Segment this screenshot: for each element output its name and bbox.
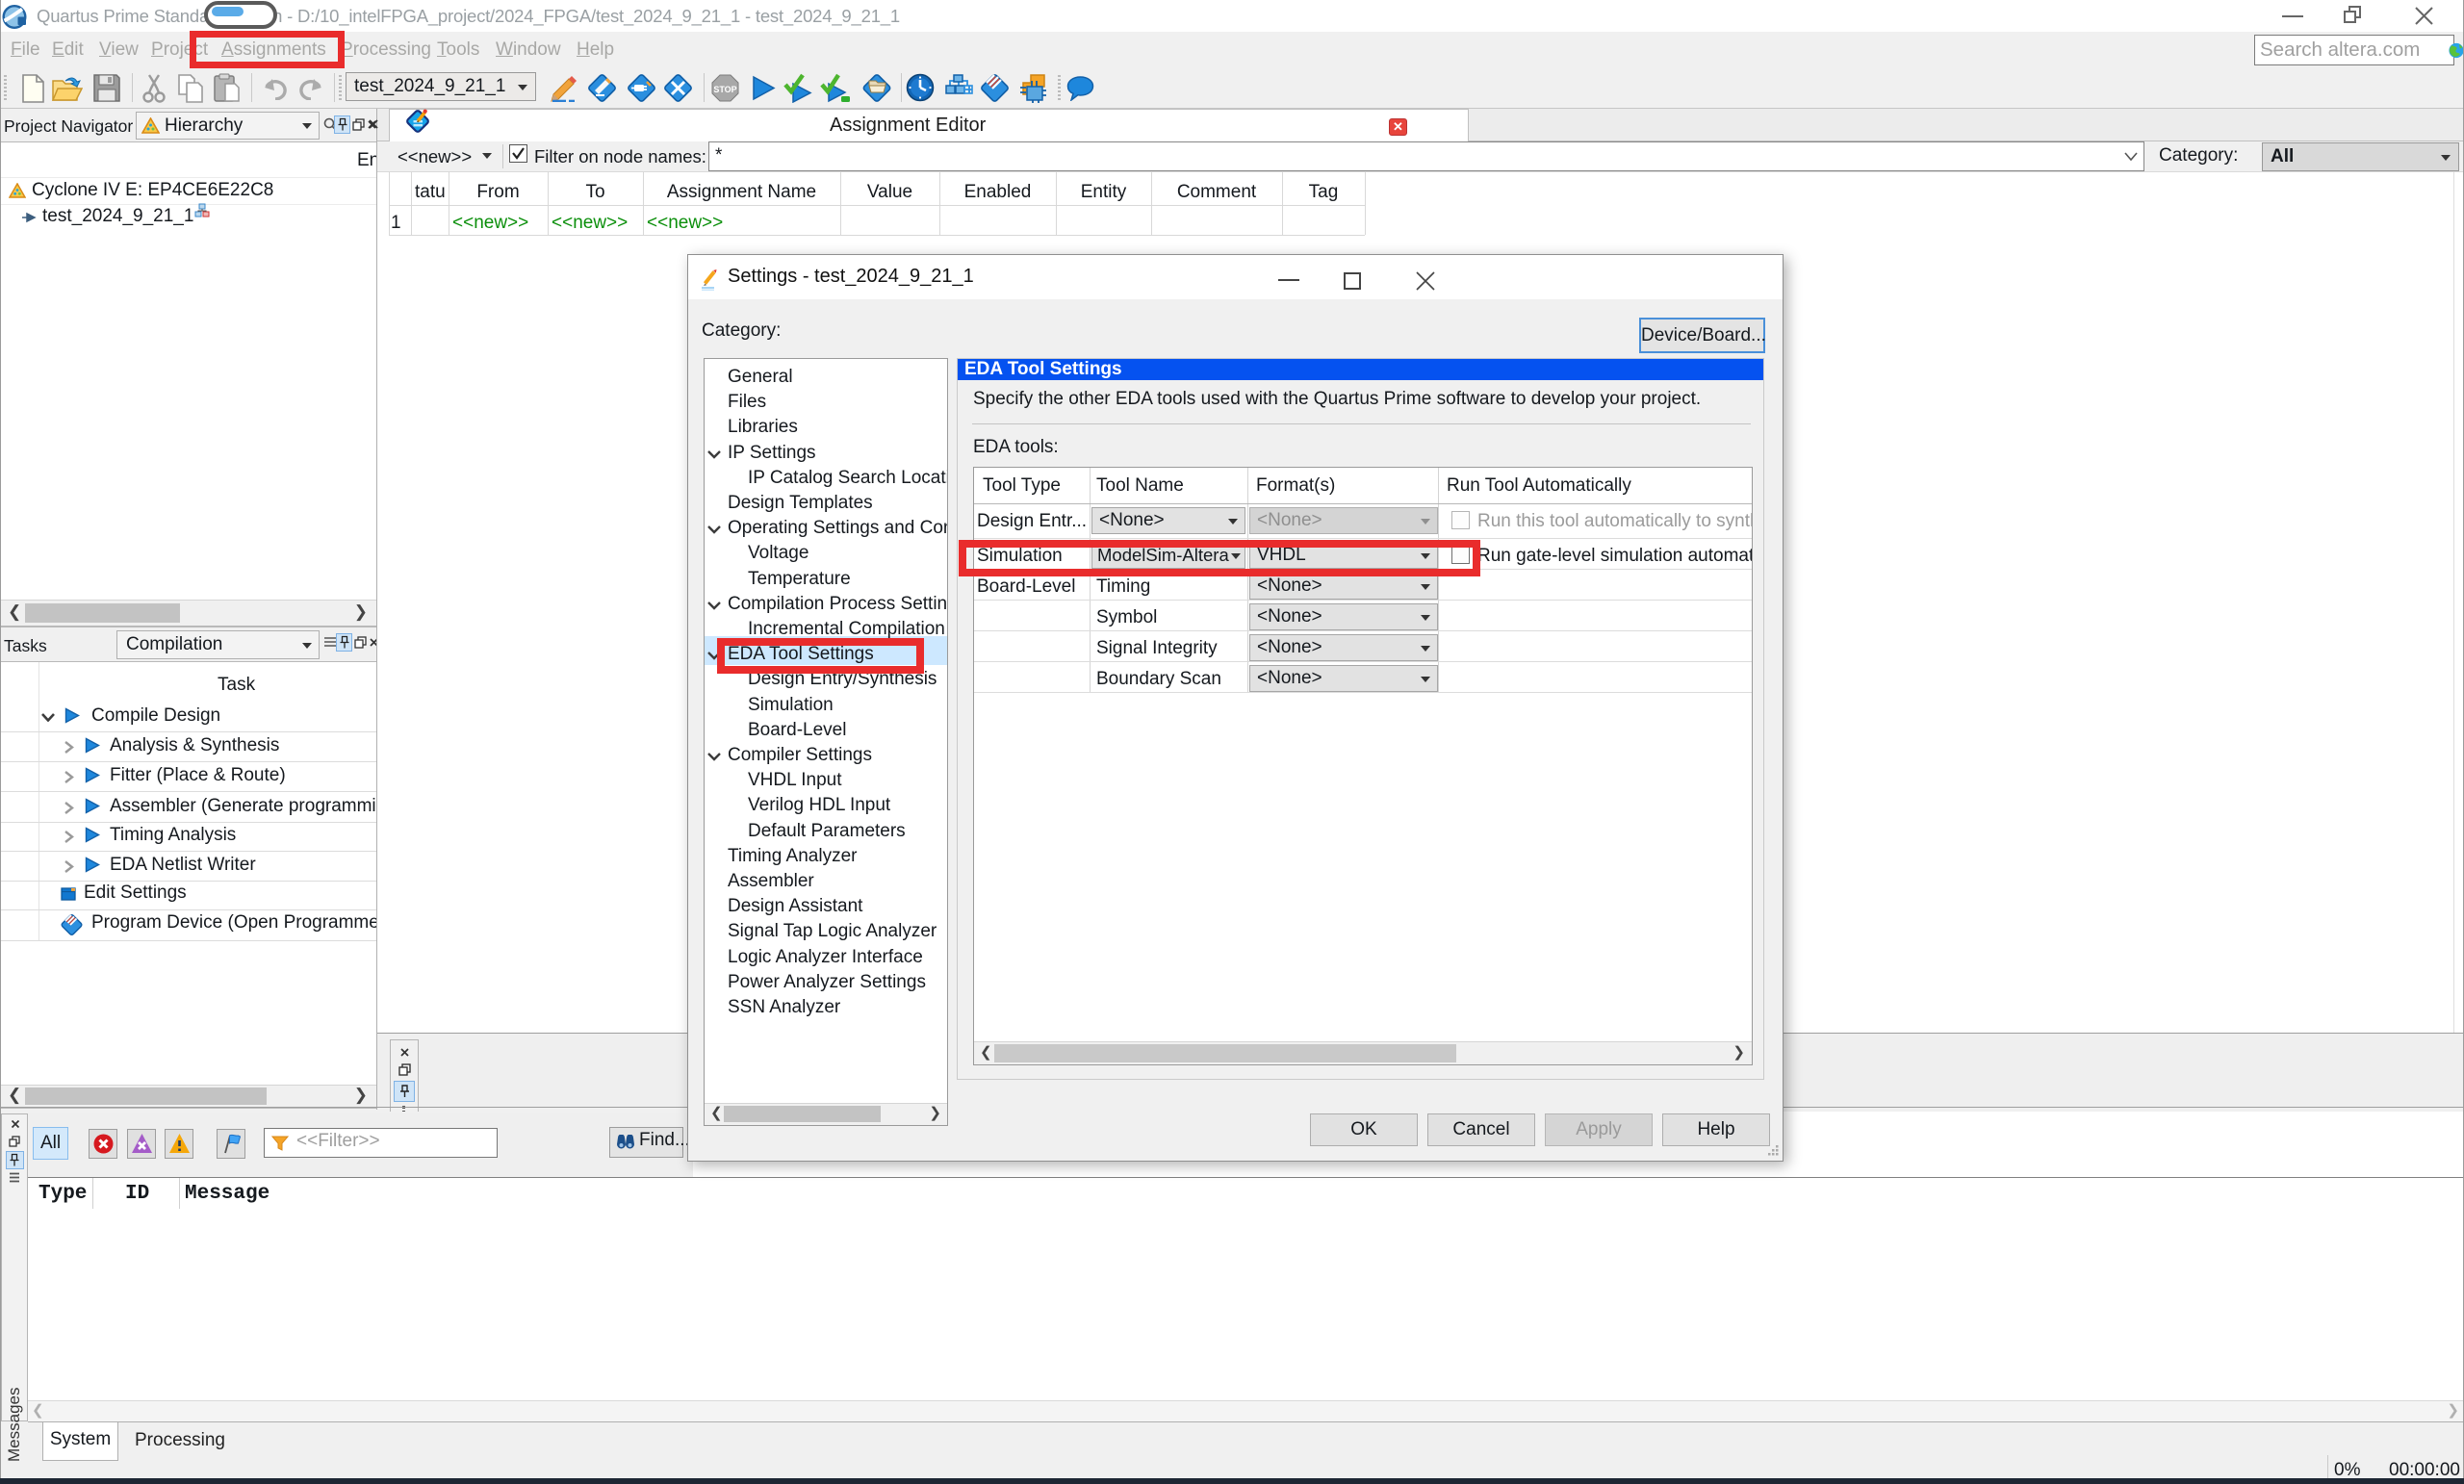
svg-text:STOP: STOP	[713, 85, 736, 94]
